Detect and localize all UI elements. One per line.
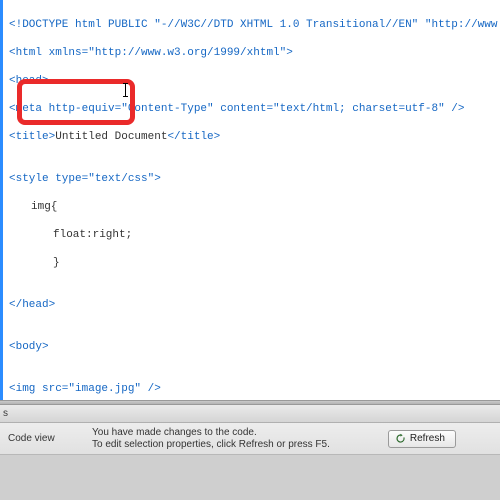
code-line: }: [9, 256, 496, 270]
code-line: <img src="image.jpg" />: [9, 382, 496, 396]
tab-label: s: [3, 408, 8, 419]
code-line: <style type="text/css">: [9, 172, 496, 186]
code-line: float:right;: [9, 228, 496, 242]
properties-tab-strip[interactable]: s: [0, 405, 500, 423]
code-line: <html xmlns="http://www.w3.org/1999/xhtm…: [9, 46, 496, 60]
code-line: <head>: [9, 74, 496, 88]
code-line: <meta http-equiv="Content-Type" content=…: [9, 102, 496, 116]
code-editor[interactable]: <!DOCTYPE html PUBLIC "-//W3C//DTD XHTML…: [0, 0, 500, 400]
properties-info-bar: Code view You have made changes to the c…: [0, 423, 500, 455]
info-message: You have made changes to the code. To ed…: [92, 427, 330, 451]
refresh-button[interactable]: Refresh: [388, 430, 456, 448]
code-line: </head>: [9, 298, 496, 312]
code-line: <!DOCTYPE html PUBLIC "-//W3C//DTD XHTML…: [9, 18, 496, 32]
info-line2: To edit selection properties, click Refr…: [92, 439, 330, 451]
refresh-icon: [395, 433, 406, 444]
code-line: <title>Untitled Document</title>: [9, 130, 496, 144]
code-line: img{: [9, 200, 496, 214]
info-line1: You have made changes to the code.: [92, 427, 330, 439]
bottom-panel: [0, 455, 500, 500]
codeview-label: Code view: [8, 433, 62, 444]
code-line: <body>: [9, 340, 496, 354]
refresh-label: Refresh: [410, 433, 445, 444]
